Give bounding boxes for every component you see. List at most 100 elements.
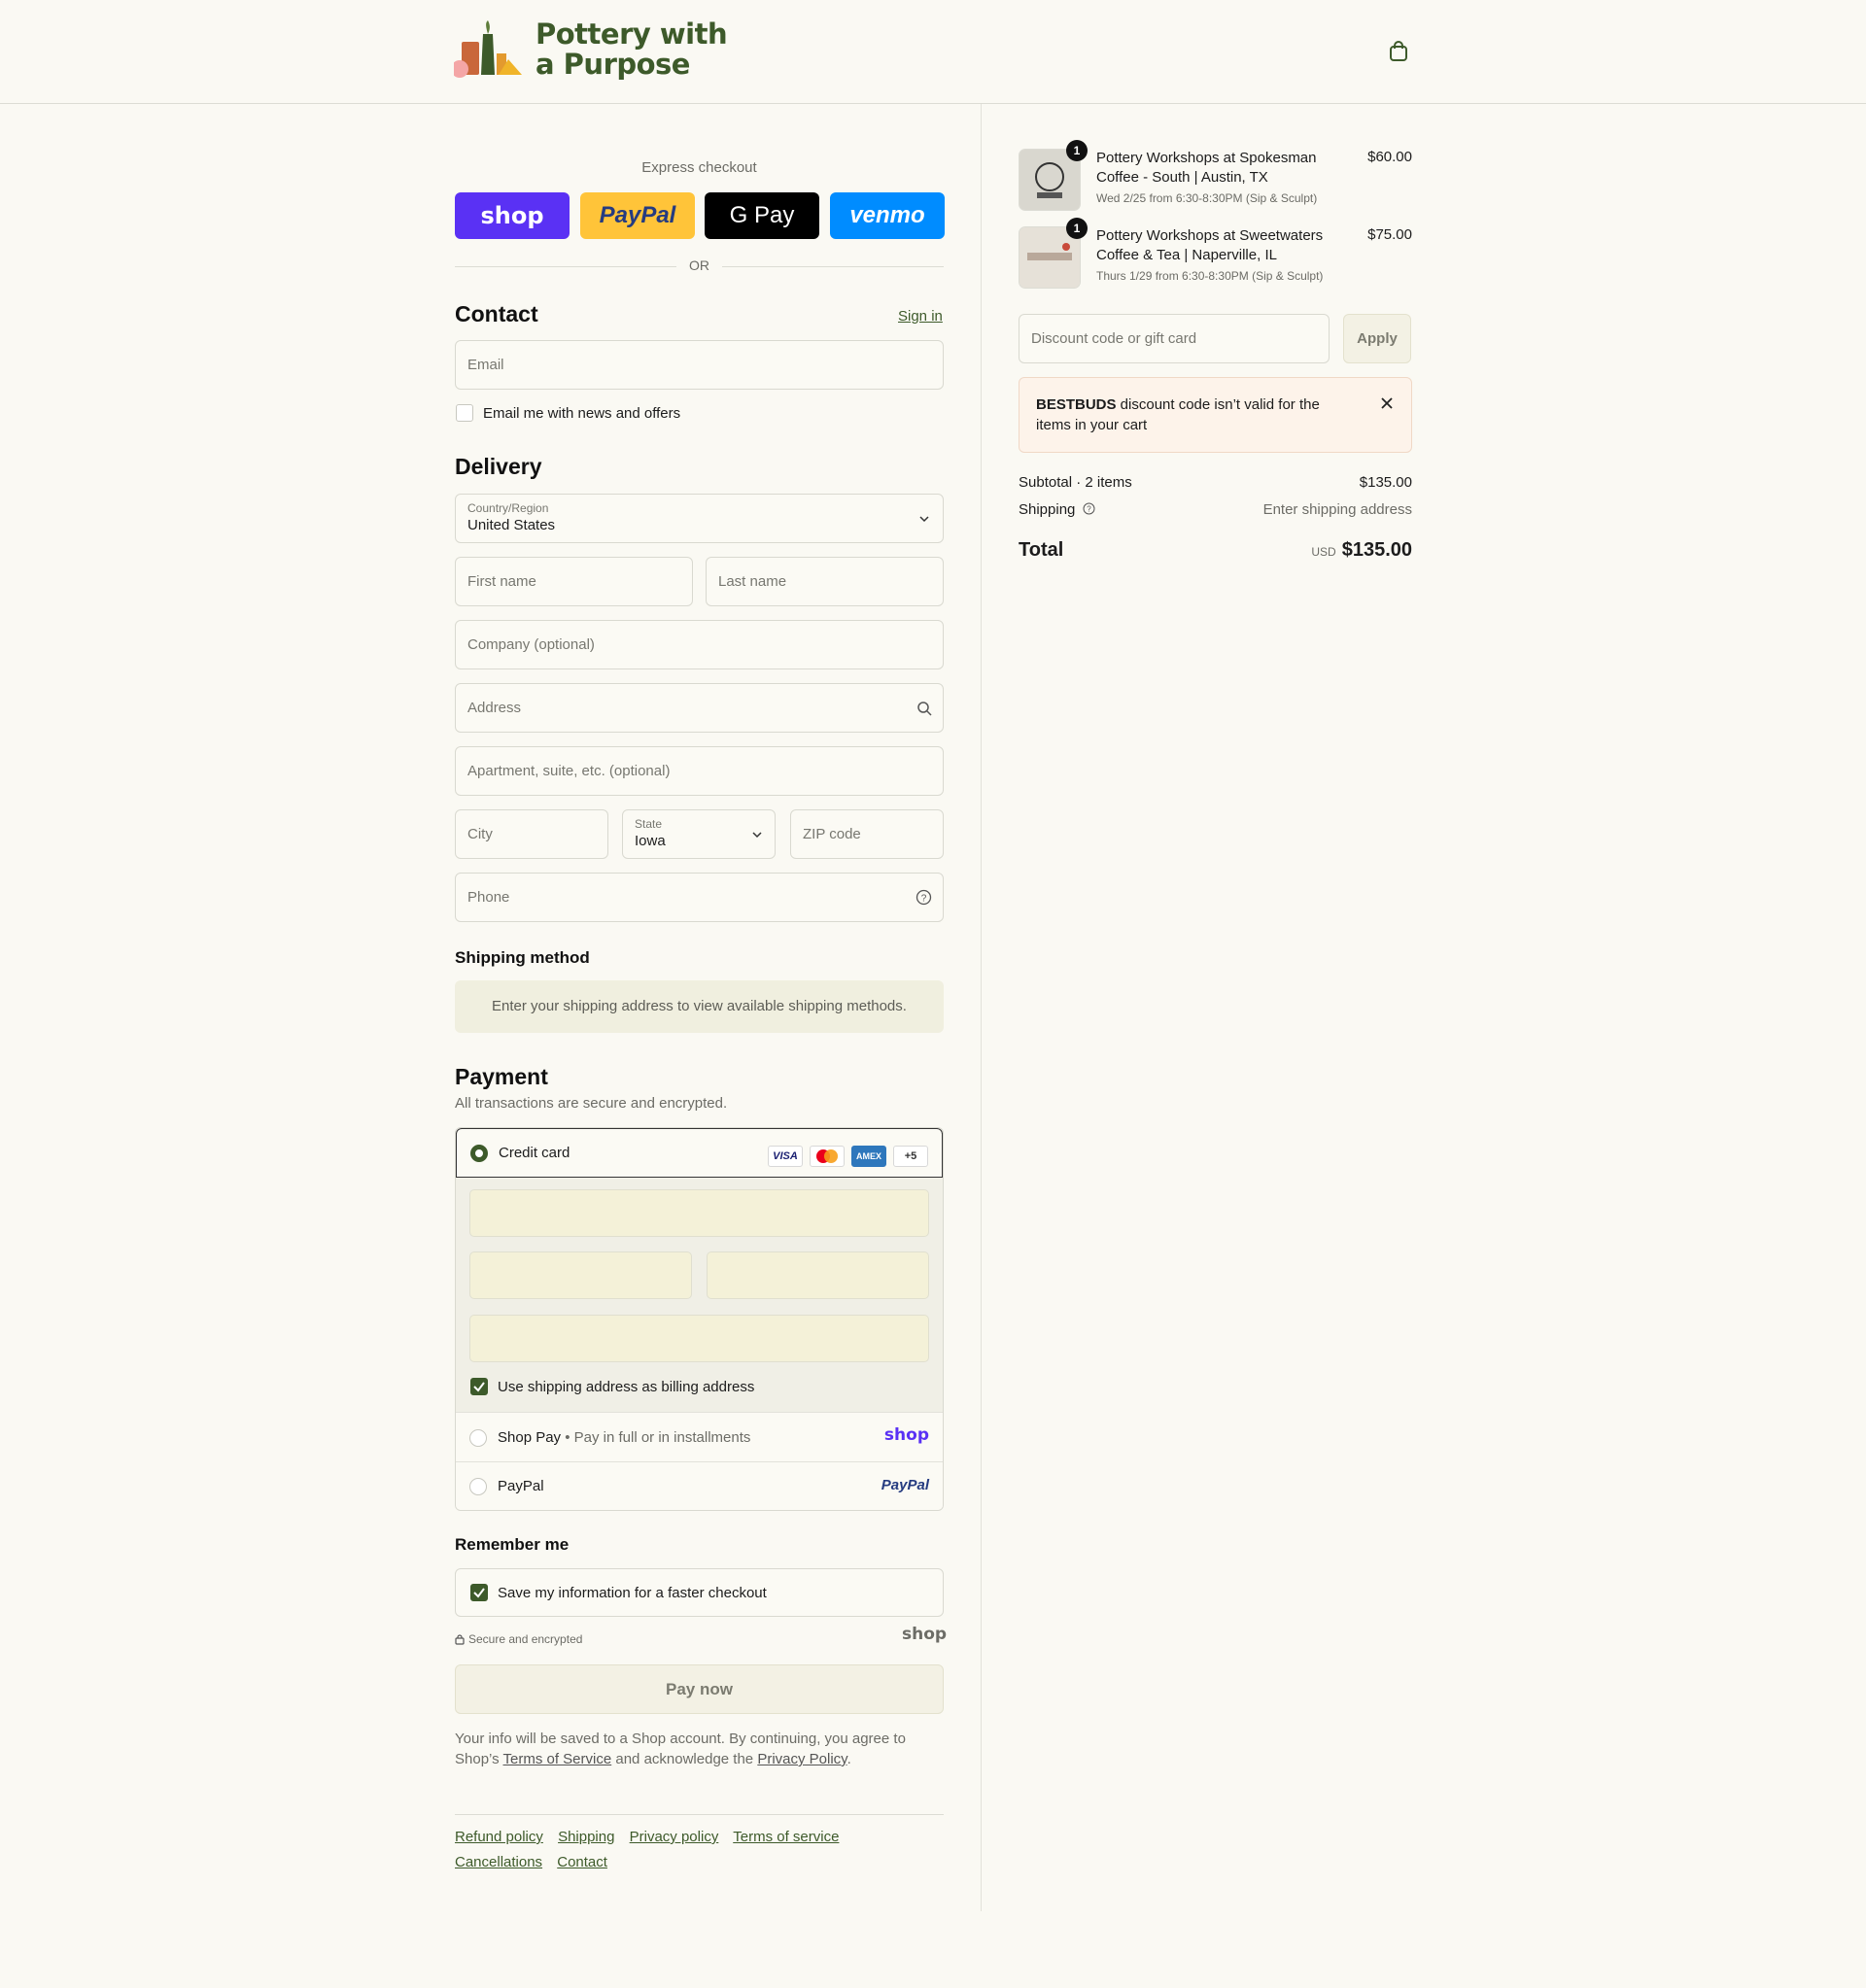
column-divider — [981, 104, 982, 1911]
save-info-checkbox[interactable] — [470, 1584, 488, 1601]
last-name-placeholder: Last name — [718, 573, 787, 590]
venmo-express-label: venmo — [849, 202, 925, 228]
city-placeholder: City — [467, 826, 493, 842]
payment-subtitle: All transactions are secure and encrypte… — [455, 1095, 728, 1112]
shipping-row: Shipping ? Enter shipping address — [1019, 501, 1412, 518]
phone-placeholder: Phone — [467, 889, 510, 906]
checkmark-icon — [473, 1588, 485, 1598]
shop-pay-radio[interactable] — [469, 1429, 487, 1447]
paypal-express-button[interactable]: PayPal — [580, 192, 695, 239]
address-field[interactable]: Address — [455, 683, 944, 733]
venmo-express-button[interactable]: venmo — [830, 192, 945, 239]
cancellations-link[interactable]: Cancellations — [455, 1854, 542, 1870]
close-icon[interactable] — [1380, 396, 1394, 410]
discount-error-banner: BESTBUDS discount code isn’t valid for t… — [1019, 377, 1412, 453]
country-select[interactable]: Country/Region United States — [455, 494, 944, 543]
shop-logo: shop — [902, 1625, 948, 1644]
brand-name: Pottery with a Purpose — [536, 19, 728, 81]
help-circle-icon[interactable]: ? — [916, 889, 932, 906]
name-on-card-field[interactable] — [469, 1315, 929, 1362]
credit-card-radio[interactable] — [470, 1145, 488, 1162]
product-thumbnail: 1 — [1019, 218, 1088, 289]
sign-in-link[interactable]: Sign in — [898, 308, 943, 325]
contact-link[interactable]: Contact — [557, 1854, 607, 1870]
privacy-policy-link[interactable]: Privacy Policy — [757, 1751, 847, 1767]
paypal-express-label: PayPal — [599, 202, 676, 228]
svg-text:?: ? — [1087, 505, 1091, 514]
subtotal-row: Subtotal · 2 items $135.00 — [1019, 474, 1412, 491]
first-name-field[interactable]: First name — [455, 557, 693, 606]
legal-text-2: and acknowledge the — [611, 1751, 758, 1767]
shop-pay-label: Shop Pay — [498, 1429, 562, 1446]
subtotal-value: $135.00 — [1359, 474, 1412, 491]
state-select[interactable]: State Iowa — [622, 809, 776, 859]
terms-of-service-link[interactable]: Terms of Service — [503, 1751, 612, 1767]
search-icon — [917, 702, 932, 716]
or-separator: OR — [455, 257, 944, 276]
newsletter-checkbox[interactable] — [456, 404, 473, 422]
discount-error-text: BESTBUDS discount code isn’t valid for t… — [1036, 394, 1347, 435]
footer-divider — [455, 1814, 944, 1815]
discount-code-field[interactable]: Discount code or gift card — [1019, 314, 1330, 363]
shop-pay-sub: Pay in full or in installments — [573, 1429, 751, 1446]
paypal-radio[interactable] — [469, 1478, 487, 1495]
first-name-placeholder: First name — [467, 573, 536, 590]
zip-field[interactable]: ZIP code — [790, 809, 944, 859]
privacy-policy-footer-link[interactable]: Privacy policy — [630, 1829, 719, 1845]
address-placeholder: Address — [467, 700, 522, 716]
quantity-badge: 1 — [1066, 218, 1088, 239]
apartment-placeholder: Apartment, suite, etc. (optional) — [467, 763, 671, 779]
secure-text: Secure and encrypted — [468, 1632, 583, 1646]
help-circle-icon[interactable]: ? — [1083, 502, 1095, 515]
paypal-option[interactable]: PayPal PayPal — [456, 1461, 943, 1510]
email-field[interactable]: Email — [455, 340, 944, 390]
pay-now-button[interactable]: Pay now — [455, 1664, 944, 1714]
cart-item: 1 Pottery Workshops at Sweetwaters Coffe… — [1019, 218, 1412, 292]
remember-me-box[interactable]: Save my information for a faster checkou… — [455, 1568, 944, 1617]
legal-text-3: . — [847, 1751, 851, 1767]
shop-pay-option[interactable]: Shop Pay • Pay in full or in installment… — [456, 1412, 943, 1461]
shipping-method-heading: Shipping method — [455, 948, 590, 967]
google-pay-express-button[interactable]: G Pay — [705, 192, 819, 239]
more-cards-badge: +5 — [893, 1146, 928, 1167]
shipping-label: Shipping — [1019, 501, 1076, 518]
company-field[interactable]: Company (optional) — [455, 620, 944, 669]
email-placeholder: Email — [467, 357, 504, 373]
last-name-field[interactable]: Last name — [706, 557, 944, 606]
quantity-badge: 1 — [1066, 140, 1088, 161]
currency-code: USD — [1311, 545, 1336, 559]
item-variant: Thurs 1/29 from 6:30-8:30PM (Sip & Sculp… — [1096, 269, 1324, 283]
header: Pottery with a Purpose — [0, 0, 1866, 104]
paypal-logo: PayPal — [881, 1477, 929, 1493]
country-label: Country/Region — [467, 501, 549, 515]
zip-placeholder: ZIP code — [803, 826, 861, 842]
item-variant: Wed 2/25 from 6:30-8:30PM (Sip & Sculpt) — [1096, 191, 1318, 205]
brand-name-line2: a Purpose — [536, 48, 690, 81]
phone-field[interactable]: Phone ? — [455, 873, 944, 922]
shop-pay-express-label: shop — [480, 202, 544, 229]
total-label: Total — [1019, 539, 1064, 561]
security-code-field[interactable] — [707, 1251, 929, 1299]
visa-card-label: VISA — [773, 1150, 798, 1162]
terms-of-service-footer-link[interactable]: Terms of service — [733, 1829, 839, 1845]
secure-note: Secure and encrypted — [455, 1632, 582, 1646]
chevron-down-icon — [752, 832, 762, 839]
shopping-bag-icon[interactable] — [1388, 41, 1409, 62]
discount-placeholder: Discount code or gift card — [1031, 330, 1197, 347]
apply-discount-button[interactable]: Apply — [1343, 314, 1411, 363]
shop-pay-express-button[interactable]: shop — [455, 192, 570, 239]
company-placeholder: Company (optional) — [467, 636, 595, 653]
brand-logo[interactable]: Pottery with a Purpose — [454, 19, 728, 81]
apartment-field[interactable]: Apartment, suite, etc. (optional) — [455, 746, 944, 796]
checkmark-icon — [473, 1382, 485, 1392]
contact-heading: Contact — [455, 301, 538, 326]
amex-card-label: AMEX — [855, 1151, 881, 1161]
card-number-field[interactable] — [469, 1189, 929, 1237]
credit-card-option[interactable]: Credit card VISA AMEX +5 — [456, 1128, 943, 1178]
refund-policy-link[interactable]: Refund policy — [455, 1829, 543, 1845]
city-field[interactable]: City — [455, 809, 608, 859]
shipping-policy-link[interactable]: Shipping — [558, 1829, 614, 1845]
mastercard-circles — [816, 1149, 838, 1163]
billing-address-checkbox[interactable] — [470, 1378, 488, 1395]
expiry-field[interactable] — [469, 1251, 692, 1299]
